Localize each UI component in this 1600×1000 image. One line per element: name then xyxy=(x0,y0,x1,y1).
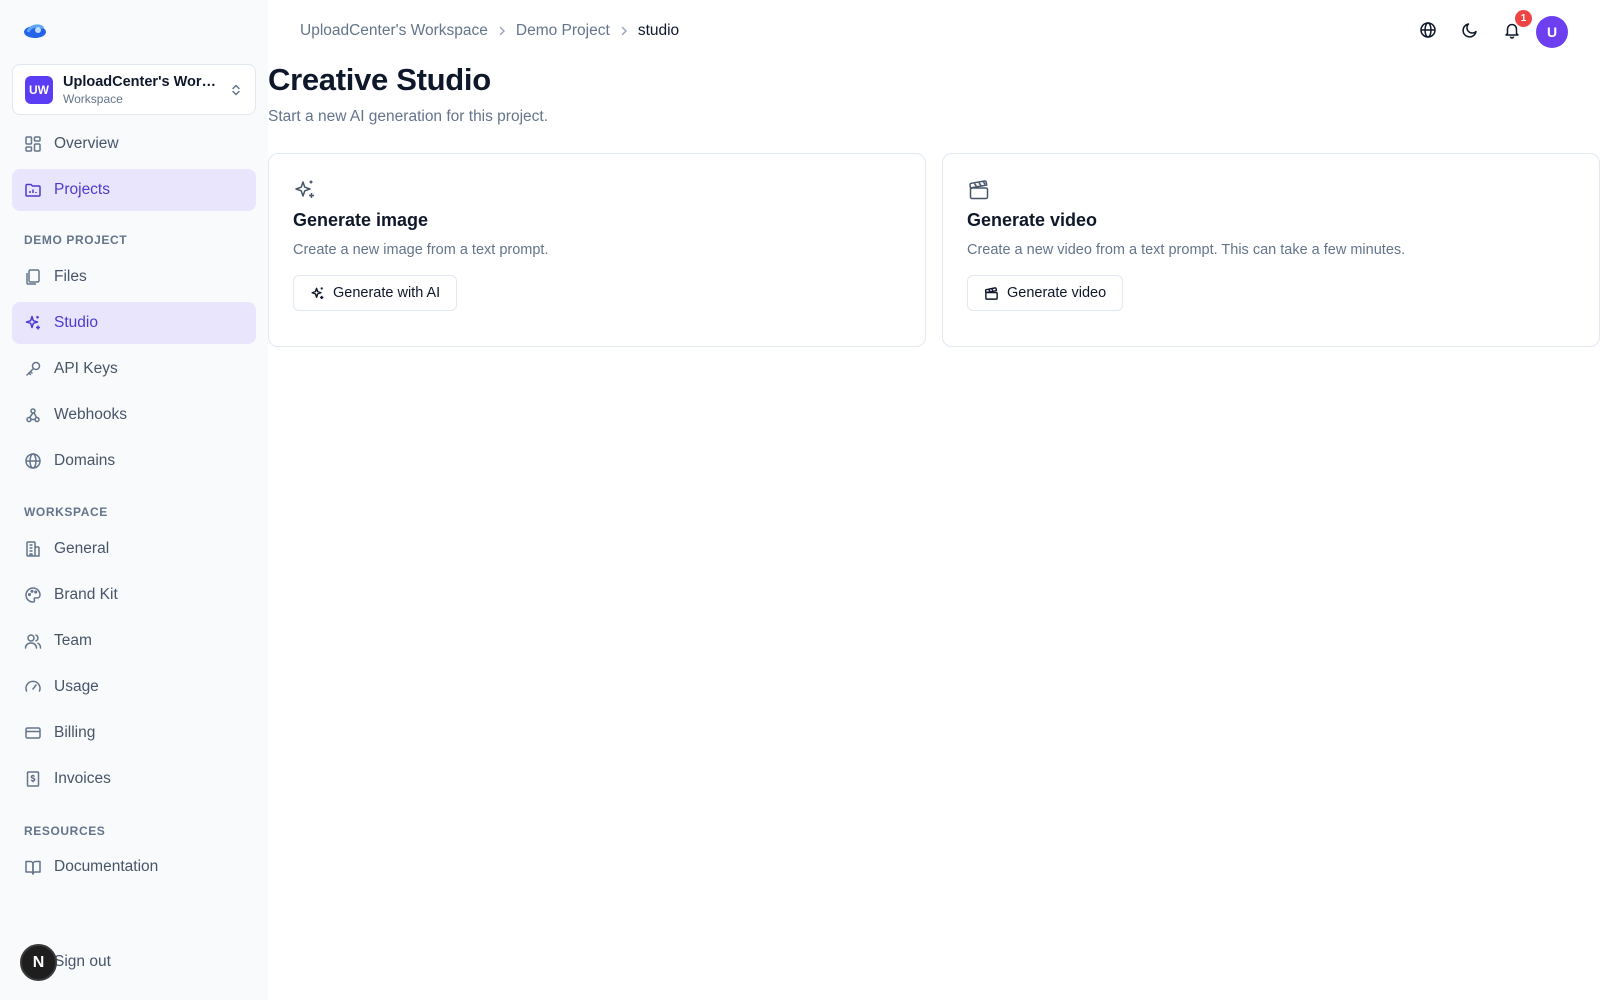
sidebar-item-webhooks[interactable]: Webhooks xyxy=(12,394,256,436)
gauge-icon xyxy=(24,678,42,696)
sidebar-item-label: Brand Kit xyxy=(54,586,118,603)
card-description: Create a new image from a text prompt. xyxy=(293,242,549,258)
theme-toggle-button[interactable] xyxy=(1454,16,1486,48)
sparkles-icon xyxy=(24,314,42,332)
chevrons-up-down-icon xyxy=(229,83,243,97)
button-label: Generate video xyxy=(1007,285,1107,301)
section-label-demo-project: DEMO PROJECT xyxy=(24,233,128,247)
notification-count-badge: 1 xyxy=(1515,10,1532,27)
globe-icon xyxy=(1419,21,1437,44)
sidebar-item-label: Invoices xyxy=(54,770,111,787)
users-icon xyxy=(24,632,42,650)
chevron-right-icon xyxy=(619,26,629,36)
sidebar-item-usage[interactable]: Usage xyxy=(12,666,256,708)
sidebar-item-overview[interactable]: Overview xyxy=(12,123,256,165)
breadcrumb-project[interactable]: Demo Project xyxy=(516,22,610,40)
key-icon xyxy=(24,360,42,378)
files-icon xyxy=(24,268,42,286)
sidebar-item-label: Webhooks xyxy=(54,406,127,423)
moon-icon xyxy=(1461,21,1479,44)
nextjs-dev-badge[interactable]: N xyxy=(20,944,57,981)
sidebar-item-brand-kit[interactable]: Brand Kit xyxy=(12,574,256,616)
sidebar-item-label: Billing xyxy=(54,724,96,741)
sidebar-item-files[interactable]: Files xyxy=(12,256,256,298)
page-title: Creative Studio xyxy=(268,62,491,97)
workspace-name: UploadCenter's Workspace xyxy=(63,73,221,90)
sidebar-item-domains[interactable]: Domains xyxy=(12,440,256,482)
clapperboard-icon xyxy=(967,178,991,202)
folder-chart-icon xyxy=(24,181,42,199)
user-avatar[interactable]: U xyxy=(1536,16,1568,48)
generate-with-ai-button[interactable]: Generate with AI xyxy=(293,275,458,311)
sidebar-item-label: API Keys xyxy=(54,360,118,377)
generate-video-button[interactable]: Generate video xyxy=(967,275,1124,311)
workspace-subtitle: Workspace xyxy=(63,91,123,106)
workspace-switcher[interactable]: UW UploadCenter's Workspace Workspace xyxy=(12,64,256,115)
dashboard-icon xyxy=(24,135,42,153)
sidebar-item-studio[interactable]: Studio xyxy=(12,302,256,344)
app-logo-icon[interactable] xyxy=(22,20,48,42)
book-icon xyxy=(24,858,42,876)
card-description: Create a new video from a text prompt. T… xyxy=(967,242,1406,258)
webhook-icon xyxy=(24,406,42,424)
workspace-avatar: UW xyxy=(25,75,53,104)
sidebar-item-label: Team xyxy=(54,632,92,649)
building-icon xyxy=(24,540,42,558)
notifications-button[interactable]: 1 xyxy=(1496,10,1532,48)
breadcrumb: UploadCenter's Workspace Demo Project st… xyxy=(300,22,679,40)
card-title: Generate video xyxy=(967,210,1098,230)
language-button[interactable] xyxy=(1412,16,1444,48)
sidebar-item-label: General xyxy=(54,540,110,557)
credit-card-icon xyxy=(24,724,42,742)
sparkles-icon xyxy=(311,286,324,299)
breadcrumb-current: studio xyxy=(637,22,680,39)
chevron-right-icon xyxy=(497,26,507,36)
sidebar-item-label: Studio xyxy=(54,314,98,331)
button-label: Generate with AI xyxy=(333,285,441,301)
card-title: Generate image xyxy=(293,210,429,230)
sidebar-item-label: Domains xyxy=(54,452,116,469)
sidebar-item-team[interactable]: Team xyxy=(12,620,256,662)
sidebar-item-documentation[interactable]: Documentation xyxy=(12,846,256,888)
section-label-workspace: WORKSPACE xyxy=(24,505,108,519)
sign-out-label: Sign out xyxy=(54,953,111,970)
header-actions: 1 U xyxy=(1402,10,1568,48)
sign-out-button[interactable]: N Sign out xyxy=(20,944,111,981)
sidebar-item-label: Overview xyxy=(54,135,119,152)
sidebar-item-label: Usage xyxy=(54,678,99,695)
sidebar-item-invoices[interactable]: Invoices xyxy=(12,758,256,800)
sidebar-item-billing[interactable]: Billing xyxy=(12,712,256,754)
clapperboard-icon xyxy=(984,286,998,300)
page-subtitle: Start a new AI generation for this proje… xyxy=(268,108,549,125)
breadcrumb-workspace[interactable]: UploadCenter's Workspace xyxy=(300,22,488,40)
sidebar-item-label: Documentation xyxy=(54,858,159,875)
generate-video-card: Generate video Create a new video from a… xyxy=(942,153,1600,347)
sidebar-item-api-keys[interactable]: API Keys xyxy=(12,348,256,390)
sidebar-item-projects[interactable]: Projects xyxy=(12,169,256,211)
sidebar-item-label: Projects xyxy=(54,181,110,198)
sidebar-item-general[interactable]: General xyxy=(12,528,256,570)
sidebar-item-label: Files xyxy=(54,268,87,285)
palette-icon xyxy=(24,586,42,604)
section-label-resources: RESOURCES xyxy=(24,824,106,838)
sparkles-icon xyxy=(293,178,317,202)
receipt-icon xyxy=(24,770,42,788)
generate-image-card: Generate image Create a new image from a… xyxy=(268,153,926,347)
sidebar: UW UploadCenter's Workspace Workspace Ov… xyxy=(0,0,268,1000)
globe-icon xyxy=(24,452,42,470)
